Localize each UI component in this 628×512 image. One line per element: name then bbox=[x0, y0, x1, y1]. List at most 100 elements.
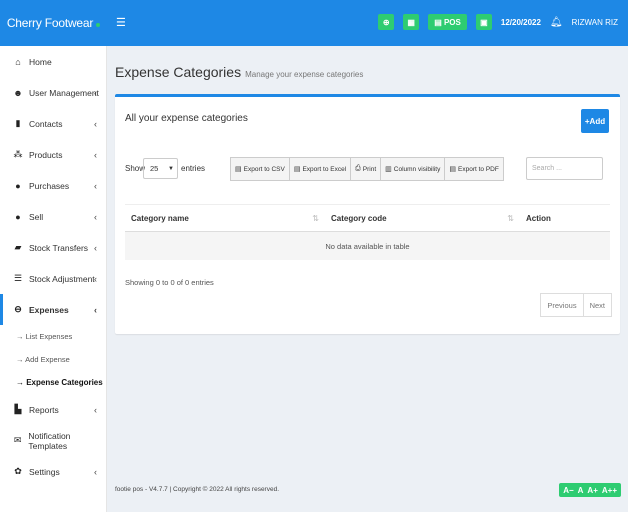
file-excel-icon: ▤ bbox=[293, 166, 301, 173]
export-excel-label: Export to Excel bbox=[302, 165, 347, 173]
chevron-down-icon: ‹ bbox=[94, 304, 97, 315]
top-navbar: Cherry Footwear ☰ ⊕ ▦ ▤ POS ▣ 12/20/2022… bbox=[0, 0, 628, 46]
brand-name: Cherry Footwear bbox=[6, 16, 94, 30]
sidebar-item-expenses[interactable]: ⊖ Expenses ‹ bbox=[0, 294, 106, 325]
search-input[interactable]: Search ... bbox=[526, 157, 603, 180]
footer-copyright: footie pos - V4.7.7 | Copyright © 2022 A… bbox=[115, 486, 280, 493]
user-menu[interactable]: RIZWAN RIZ bbox=[572, 18, 618, 27]
sidebar-item-contacts[interactable]: ▮ Contacts ‹ bbox=[0, 108, 106, 139]
column-header-category-code[interactable]: Category code ⇅ bbox=[325, 205, 520, 231]
page-subtitle: Manage your expense categories bbox=[245, 70, 364, 79]
table-header: Category name ⇅ Category code ⇅ Action bbox=[125, 204, 610, 232]
sidebar-item-label: Settings bbox=[29, 466, 60, 477]
page-title: Expense Categories bbox=[115, 64, 242, 80]
chevron-left-icon: ‹ bbox=[94, 404, 97, 415]
columns-icon: ▥ bbox=[385, 166, 392, 173]
font-reset-button[interactable]: A bbox=[578, 486, 584, 495]
current-date: 12/20/2022 bbox=[500, 17, 541, 27]
column-header-label: Action bbox=[526, 213, 551, 223]
pagination: Previous Next bbox=[540, 293, 612, 317]
chevron-left-icon: ‹ bbox=[94, 180, 97, 191]
add-circle-button[interactable]: ⊕ bbox=[378, 14, 395, 30]
sidebar-item-label: Reports bbox=[29, 404, 59, 415]
minus-circle-icon: ⊖ bbox=[14, 304, 22, 314]
sidebar-subitem-add-expense[interactable]: → Add Expense bbox=[0, 348, 106, 371]
sidebar-item-notification-templates[interactable]: ✉ Notification Templates bbox=[0, 425, 106, 456]
export-csv-button[interactable]: ▤ Export to CSV bbox=[230, 157, 290, 181]
table-controls: Show 25 ▼ entries ▤ Export to CSV ▤ Export… bbox=[125, 157, 610, 181]
page-length-select[interactable]: 25 ▼ bbox=[143, 158, 178, 179]
export-excel-button[interactable]: ▤ Export to Excel bbox=[288, 157, 352, 181]
page-header: Expense Categories Manage your expense c… bbox=[115, 64, 363, 80]
empty-table-message: No data available in table bbox=[125, 232, 610, 260]
entries-label: entries bbox=[181, 164, 206, 173]
categories-table: Category name ⇅ Category code ⇅ Action N… bbox=[125, 204, 610, 260]
register-button[interactable]: ▣ bbox=[475, 14, 492, 30]
sidebar-item-label: User Management bbox=[29, 87, 99, 98]
sidebar-item-label: Notification Templates bbox=[28, 430, 71, 451]
export-pdf-button[interactable]: ▤ Export to PDF bbox=[444, 157, 504, 181]
brand-logo[interactable]: Cherry Footwear bbox=[0, 0, 107, 46]
arrow-circle-down-icon: ● bbox=[15, 180, 21, 191]
gear-icon: ✿ bbox=[14, 466, 22, 476]
users-icon: ☻ bbox=[13, 87, 23, 98]
sidebar-item-label: Stock Transfers bbox=[29, 242, 89, 253]
next-page-button[interactable]: Next bbox=[582, 293, 612, 317]
sidebar-item-sell[interactable]: ● Sell ‹ bbox=[0, 201, 106, 232]
sidebar-item-stock-adjustment[interactable]: ☰ Stock Adjustment ‹ bbox=[0, 263, 106, 294]
font-increase-more-button[interactable]: A++ bbox=[602, 486, 617, 495]
sidebar-subitem-expense-categories[interactable]: → Expense Categories bbox=[0, 371, 106, 394]
sidebar-item-user-management[interactable]: ☻ User Management ‹ bbox=[0, 77, 106, 108]
calculator-button[interactable]: ▦ bbox=[403, 14, 420, 30]
chevron-left-icon: ‹ bbox=[94, 466, 97, 477]
previous-page-button[interactable]: Previous bbox=[540, 293, 584, 317]
sidebar-subitem-list-expenses[interactable]: → List Expenses bbox=[0, 325, 106, 348]
hamburger-menu-icon[interactable]: ☰ bbox=[116, 16, 126, 29]
cubes-icon: ⁂ bbox=[13, 149, 23, 159]
arrow-circle-up-icon: ● bbox=[15, 211, 21, 222]
online-status-dot bbox=[96, 23, 101, 27]
print-label: Print bbox=[362, 165, 377, 173]
sort-icon: ⇅ bbox=[312, 213, 319, 223]
font-size-controls: A− A A+ A++ bbox=[559, 483, 621, 497]
column-header-label: Category code bbox=[331, 213, 387, 223]
file-pdf-icon: ▤ bbox=[449, 166, 456, 173]
column-header-label: Category name bbox=[131, 213, 189, 223]
show-label: Show bbox=[125, 164, 146, 173]
sidebar-item-label: Purchases bbox=[29, 180, 70, 191]
bell-icon[interactable]: 🔔︎ bbox=[550, 17, 563, 28]
sort-icon: ⇅ bbox=[507, 213, 514, 223]
sidebar-item-label: Products bbox=[29, 149, 63, 160]
chevron-down-icon: ▼ bbox=[168, 165, 174, 172]
chevron-left-icon: ‹ bbox=[94, 273, 97, 284]
export-csv-label: Export to CSV bbox=[243, 165, 285, 173]
database-icon: ☰ bbox=[13, 273, 23, 283]
pos-button[interactable]: ▤ POS bbox=[428, 14, 467, 30]
sidebar-item-label: Stock Adjustment bbox=[29, 273, 95, 284]
font-decrease-button[interactable]: A− bbox=[563, 486, 573, 495]
sidebar-item-settings[interactable]: ✿ Settings ‹ bbox=[0, 456, 106, 487]
chevron-left-icon: ‹ bbox=[94, 87, 97, 98]
file-icon: ▤ bbox=[235, 166, 242, 173]
sidebar-item-reports[interactable]: ▙ Reports ‹ bbox=[0, 394, 106, 425]
address-book-icon: ▮ bbox=[15, 118, 21, 128]
column-visibility-button[interactable]: ▥ Column visibility bbox=[380, 157, 446, 181]
print-button[interactable]: ⎙ Print bbox=[350, 157, 382, 181]
sidebar-item-home[interactable]: ⌂ Home bbox=[0, 46, 106, 77]
chevron-left-icon: ‹ bbox=[94, 211, 97, 222]
column-header-action: Action bbox=[520, 205, 610, 231]
chevron-left-icon: ‹ bbox=[94, 242, 97, 253]
sidebar-item-products[interactable]: ⁂ Products ‹ bbox=[0, 139, 106, 170]
sidebar-item-purchases[interactable]: ● Purchases ‹ bbox=[0, 170, 106, 201]
column-header-category-name[interactable]: Category name ⇅ bbox=[125, 205, 325, 231]
add-button[interactable]: +Add bbox=[581, 109, 609, 133]
export-pdf-label: Export to PDF bbox=[458, 165, 499, 173]
main-content: Expense Categories Manage your expense c… bbox=[107, 46, 628, 512]
sidebar-item-label: Contacts bbox=[29, 118, 63, 129]
column-visibility-label: Column visibility bbox=[393, 165, 441, 173]
truck-icon: ▰ bbox=[14, 242, 22, 252]
sidebar-item-stock-transfers[interactable]: ▰ Stock Transfers ‹ bbox=[0, 232, 106, 263]
font-increase-button[interactable]: A+ bbox=[587, 486, 597, 495]
export-button-group: ▤ Export to CSV ▤ Export to Excel ⎙ Print ▥… bbox=[230, 157, 504, 181]
sidebar-item-label: Sell bbox=[29, 211, 44, 222]
